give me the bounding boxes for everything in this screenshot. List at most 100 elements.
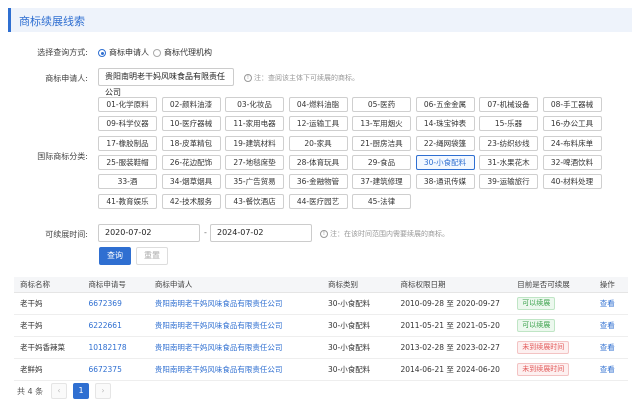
class-option[interactable]: 03-化妆品 xyxy=(225,97,284,112)
class-option[interactable]: 20-家具 xyxy=(288,135,348,151)
class-option[interactable]: 45-法律 xyxy=(352,193,411,209)
class-option[interactable]: 42-技术服务 xyxy=(161,193,221,209)
class-option[interactable]: 36-金融物管 xyxy=(288,174,348,190)
class-option[interactable]: 14-珠宝钟表 xyxy=(415,116,475,132)
radio-dot-icon xyxy=(98,48,106,57)
cell-status: 可以续展 xyxy=(511,292,594,315)
renew-hint: ! 注：在该时间范围内需要续展的商标。 xyxy=(320,229,449,239)
class-option[interactable]: 32-啤酒饮料 xyxy=(542,154,602,170)
total-count: 共 4 条 xyxy=(17,387,44,396)
table-row: 老干妈香辣菜 10182178 贵阳南明老干妈风味食品有限责任公司 30-小食配料 20… xyxy=(14,336,628,359)
cell-name: 老鲜妈 xyxy=(14,358,83,381)
class-option[interactable]: 41-教育娱乐 xyxy=(98,193,157,209)
cell-action-view[interactable]: 查看 xyxy=(593,358,628,381)
applicant-hint: ! 注：查阅该主体下可续展的商标。 xyxy=(244,73,359,83)
radio-agency-label: 商标代理机构 xyxy=(164,48,212,57)
class-option[interactable]: 21-厨房洁具 xyxy=(352,135,411,151)
class-option[interactable]: 16-办公工具 xyxy=(542,116,602,132)
class-option[interactable]: 06-五金金属 xyxy=(415,97,475,112)
cell-category: 30-小食配料 xyxy=(321,336,395,359)
class-option[interactable]: 05-医药 xyxy=(352,97,411,112)
class-option[interactable]: 12-运输工具 xyxy=(288,116,348,132)
cell-reg-no[interactable]: 6222661 xyxy=(82,314,149,337)
class-option[interactable]: 07-机械设备 xyxy=(479,97,538,112)
class-option[interactable]: 22-绳网袋篷 xyxy=(415,135,475,151)
cell-name: 老干妈 xyxy=(14,314,83,337)
applicant-hint-text: 注：查阅该主体下可续展的商标。 xyxy=(254,74,359,82)
class-option[interactable]: 02-颜料油漆 xyxy=(161,97,221,112)
class-option[interactable]: 44-医疗园艺 xyxy=(288,193,348,209)
cell-reg-no[interactable]: 6672375 xyxy=(82,358,149,381)
class-option[interactable]: 39-运输旅行 xyxy=(479,174,538,190)
radio-applicant-label: 商标申请人 xyxy=(109,48,149,57)
cell-action-view[interactable]: 查看 xyxy=(593,314,628,337)
class-option[interactable]: 31-水果花木 xyxy=(479,154,538,170)
class-option[interactable]: 24-布料床单 xyxy=(542,135,602,151)
class-option[interactable]: 11-家用电器 xyxy=(225,116,284,132)
cell-period: 2013-02-28 至 2023-02-27 xyxy=(394,336,512,359)
col-reg-no: 商标申请号 xyxy=(82,277,149,293)
search-button[interactable]: 查询 xyxy=(99,247,131,265)
start-date-input[interactable]: 2020-07-02 xyxy=(98,224,200,242)
query-mode-label: 选择查询方式: xyxy=(37,48,88,57)
cell-applicant[interactable]: 贵阳南明老干妈风味食品有限责任公司 xyxy=(148,336,322,359)
class-option[interactable]: 04-燃料油脂 xyxy=(288,97,348,112)
radio-applicant[interactable]: 商标申请人 xyxy=(98,47,149,58)
class-option[interactable]: 23-纺织纱线 xyxy=(479,135,538,151)
class-option[interactable]: 40-材料处理 xyxy=(542,174,602,190)
class-option[interactable]: 37-建筑修理 xyxy=(352,174,411,190)
cell-period: 2011-05-21 至 2021-05-20 xyxy=(394,314,512,337)
radio-agency[interactable]: 商标代理机构 xyxy=(153,47,212,58)
class-option[interactable]: 08-手工器械 xyxy=(542,97,602,112)
class-option[interactable]: 28-体育玩具 xyxy=(288,154,348,170)
reset-button[interactable]: 重置 xyxy=(136,247,168,265)
cell-name: 老干妈香辣菜 xyxy=(14,336,83,359)
cell-reg-no[interactable]: 10182178 xyxy=(82,336,149,359)
cell-applicant[interactable]: 贵阳南明老干妈风味食品有限责任公司 xyxy=(148,358,322,381)
table-row: 老干妈 6222661 贵阳南明老干妈风味食品有限责任公司 30-小食配料 2011-0… xyxy=(14,314,628,337)
page-1-button[interactable]: 1 xyxy=(73,383,89,399)
class-option[interactable]: 17-橡胶制品 xyxy=(98,135,157,151)
class-option[interactable]: 27-地毯席垫 xyxy=(225,154,284,170)
cell-status: 未到续展时间 xyxy=(511,336,594,359)
class-option[interactable]: 35-广告贸易 xyxy=(225,174,284,190)
class-option[interactable]: 15-乐器 xyxy=(479,116,538,132)
next-page-button[interactable]: › xyxy=(95,383,111,399)
applicant-label: 商标申请人: xyxy=(45,74,88,83)
renew-time-label: 可续展时间: xyxy=(45,230,88,239)
cell-status: 未到续展时间 xyxy=(511,358,594,381)
applicant-input[interactable]: 贵阳南明老干妈风味食品有限责任公司 xyxy=(98,68,234,97)
col-category: 商标类别 xyxy=(321,277,395,293)
class-option[interactable]: 34-烟草烟具 xyxy=(161,174,221,190)
class-option[interactable]: 43-餐饮酒店 xyxy=(225,193,284,209)
prev-page-button[interactable]: ‹ xyxy=(51,383,67,399)
cell-action-view[interactable]: 查看 xyxy=(593,292,628,315)
info-icon: ! xyxy=(244,74,252,82)
col-applicant: 商标申请人 xyxy=(148,277,322,293)
class-option[interactable]: 30-小食配料 xyxy=(415,154,475,170)
class-option[interactable]: 09-科学仪器 xyxy=(98,116,157,132)
results-table: 商标名称 商标申请号 商标申请人 商标类别 商标权限日期 目前是否可续展 操作 … xyxy=(14,277,628,381)
table-header-row: 商标名称 商标申请号 商标申请人 商标类别 商标权限日期 目前是否可续展 操作 xyxy=(14,277,628,293)
class-option[interactable]: 38-通讯传媒 xyxy=(415,174,475,190)
end-date-input[interactable]: 2024-07-02 xyxy=(210,224,312,242)
cell-action-view[interactable]: 查看 xyxy=(593,336,628,359)
class-option[interactable]: 10-医疗器械 xyxy=(161,116,221,132)
class-option[interactable]: 33-酒 xyxy=(98,174,157,190)
class-option[interactable]: 29-食品 xyxy=(352,154,411,170)
class-option[interactable]: 26-花边配饰 xyxy=(161,154,221,170)
col-name: 商标名称 xyxy=(14,277,83,293)
cell-applicant[interactable]: 贵阳南明老干妈风味食品有限责任公司 xyxy=(148,292,322,315)
date-separator: - xyxy=(204,228,207,237)
class-option[interactable]: 18-皮革精包 xyxy=(161,135,221,151)
cell-reg-no[interactable]: 6672369 xyxy=(82,292,149,315)
class-option[interactable]: 25-服装鞋帽 xyxy=(98,154,157,170)
cell-category: 30-小食配料 xyxy=(321,314,395,337)
cell-category: 30-小食配料 xyxy=(321,292,395,315)
info-icon: ! xyxy=(320,230,328,238)
class-option[interactable]: 13-军用烟火 xyxy=(352,116,411,132)
class-option[interactable]: 19-建筑材料 xyxy=(225,135,284,151)
cell-applicant[interactable]: 贵阳南明老干妈风味食品有限责任公司 xyxy=(148,314,322,337)
cell-status: 可以续展 xyxy=(511,314,594,337)
class-option[interactable]: 01-化学原料 xyxy=(98,97,157,112)
